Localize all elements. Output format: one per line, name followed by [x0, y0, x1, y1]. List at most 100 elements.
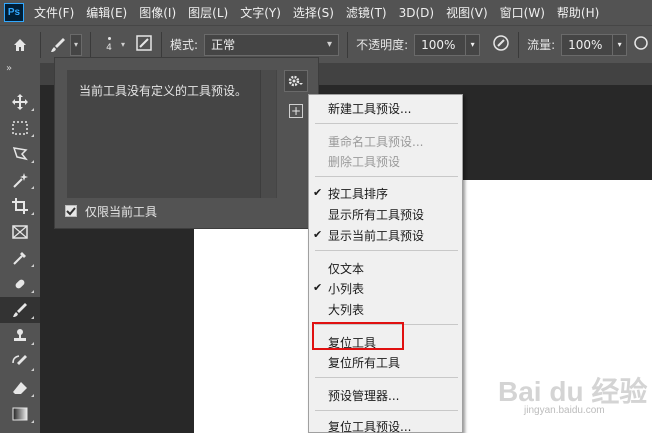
healing-brush-icon [15, 279, 25, 289]
watermark-url: jingyan.baidu.com [524, 405, 605, 416]
brush-size-value: 4 [106, 42, 112, 53]
tools-panel: » [0, 63, 40, 433]
flow-input[interactable]: 100% [561, 33, 614, 56]
frame-icon [12, 225, 28, 239]
menu-filter[interactable]: 滤镜(T) [346, 4, 387, 21]
flow-value: 100% [568, 37, 603, 52]
flow-label: 流量: [527, 38, 556, 52]
menu-item-reset-tool-presets[interactable]: 复位工具预设... [328, 418, 411, 433]
blend-mode-select[interactable]: 正常 ▾ [204, 33, 340, 56]
opacity-slider-button[interactable]: ▾ [466, 33, 481, 56]
marquee-tool[interactable] [0, 115, 40, 141]
preset-options-button[interactable] [284, 70, 308, 92]
brush-tip-dot-icon [107, 36, 111, 40]
menu-separator [315, 410, 458, 411]
menu-item-large-list[interactable]: 大列表 [328, 301, 364, 318]
tool-group-indicator [31, 316, 34, 319]
menu-item-new-preset[interactable]: 新建工具预设... [328, 100, 411, 117]
menu-image[interactable]: 图像(I) [139, 4, 176, 21]
menu-bar: Ps 文件(F) 编辑(E) 图像(I) 图层(L) 文字(Y) 选择(S) 滤… [0, 0, 652, 25]
tool-preset-picker[interactable]: ▾ [49, 33, 82, 56]
gear-icon [288, 75, 303, 87]
photoshop-logo-icon: Ps [4, 3, 24, 22]
home-icon [14, 38, 26, 51]
tool-preset-dropdown-button[interactable]: ▾ [70, 33, 82, 56]
flow-slider-button[interactable]: ▾ [613, 33, 628, 56]
menu-separator [315, 176, 458, 177]
home-button[interactable] [0, 26, 40, 64]
tool-preset-list[interactable]: 当前工具没有定义的工具预设。 [67, 70, 277, 198]
brush-icon [51, 37, 65, 52]
eyedropper-icon [13, 252, 26, 265]
separator [40, 31, 41, 58]
magic-wand-tool[interactable] [0, 167, 40, 193]
menu-type[interactable]: 文字(Y) [240, 4, 281, 21]
crop-tool[interactable] [0, 193, 40, 219]
eyedropper-tool[interactable] [0, 245, 40, 271]
clone-stamp-tool[interactable] [0, 323, 40, 349]
menu-item-show-all-presets[interactable]: 显示所有工具预设 [328, 206, 424, 223]
new-preset-button[interactable]: + [289, 104, 303, 118]
menu-help[interactable]: 帮助(H) [557, 4, 599, 21]
tool-group-indicator [31, 186, 34, 189]
marquee-icon [12, 121, 28, 135]
brush-tool[interactable] [0, 297, 40, 323]
eraser-tool[interactable] [0, 375, 40, 401]
separator [518, 31, 520, 58]
current-tool-only-label: 仅限当前工具 [85, 205, 158, 219]
brush-settings-toggle[interactable] [135, 34, 153, 55]
menu-layer[interactable]: 图层(L) [188, 4, 228, 21]
opacity-input[interactable]: 100% [414, 33, 467, 56]
history-brush-tool[interactable] [0, 349, 40, 375]
menu-item-show-current-presets[interactable]: 显示当前工具预设 [328, 227, 424, 244]
airbrush-icon [634, 36, 648, 50]
frame-tool[interactable] [0, 219, 40, 245]
gradient-tool[interactable] [0, 401, 40, 427]
tool-group-indicator [31, 420, 34, 423]
menu-item-rename-preset: 重命名工具预设... [328, 135, 424, 149]
menu-item-sort-by-tool[interactable]: 按工具排序 [328, 185, 388, 202]
mode-label: 模式: [170, 38, 199, 52]
pressure-opacity-button[interactable] [492, 34, 510, 55]
brush-size-picker[interactable]: 4 [99, 36, 119, 53]
chevron-down-icon: ▾ [327, 39, 333, 50]
double-chevron-icon: » [6, 63, 13, 74]
menu-item-small-list[interactable]: 小列表 [328, 280, 364, 297]
menu-window[interactable]: 窗口(W) [500, 4, 545, 21]
separator [347, 31, 349, 58]
menu-item-preset-manager[interactable]: 预设管理器... [328, 387, 399, 404]
menu-3d[interactable]: 3D(D) [399, 6, 434, 20]
brush-settings-icon [136, 35, 152, 51]
preset-list-scrollbar[interactable] [260, 70, 276, 198]
tool-group-indicator [31, 342, 34, 345]
menu-view[interactable]: 视图(V) [446, 4, 488, 21]
move-icon [12, 94, 28, 110]
separator [161, 31, 163, 58]
collapse-toolbar-button[interactable]: » [0, 63, 40, 89]
lasso-tool[interactable] [0, 141, 40, 167]
healing-brush-tool[interactable] [0, 271, 40, 297]
airbrush-button[interactable] [633, 34, 649, 55]
crop-icon [12, 198, 28, 214]
chevron-down-icon: ▾ [617, 40, 622, 49]
move-tool[interactable] [0, 89, 40, 115]
blend-mode-value: 正常 [211, 38, 236, 52]
watermark-logo: Bai du 经验 [498, 376, 648, 407]
menu-select[interactable]: 选择(S) [293, 4, 334, 21]
magic-wand-icon [13, 173, 28, 188]
tool-group-indicator [31, 212, 34, 215]
current-tool-only-checkbox[interactable] [65, 205, 77, 217]
menu-separator [315, 377, 458, 378]
pressure-icon [493, 35, 509, 51]
tool-group-indicator [31, 160, 34, 163]
tool-group-indicator [31, 108, 34, 111]
gradient-icon [12, 407, 28, 421]
menu-edit[interactable]: 编辑(E) [86, 4, 127, 21]
menu-item-reset-all-tools[interactable]: 复位所有工具 [328, 354, 400, 371]
menu-file[interactable]: 文件(F) [34, 4, 74, 21]
tool-group-indicator [31, 264, 34, 267]
chevron-down-icon[interactable]: ▾ [121, 40, 125, 49]
menu-separator [315, 250, 458, 251]
menu-item-text-only[interactable]: 仅文本 [328, 260, 364, 277]
menu-item-delete-preset: 删除工具预设 [328, 155, 401, 169]
